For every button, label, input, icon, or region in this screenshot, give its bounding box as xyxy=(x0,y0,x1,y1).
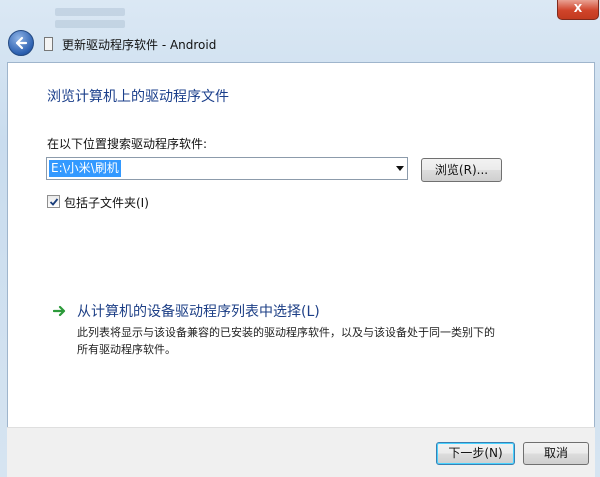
pick-from-list-description: 此列表将显示与该设备兼容的已安装的驱动程序软件，以及与该设备处于同一类别下的 xyxy=(77,326,495,339)
include-subfolders-label[interactable]: 包括子文件夹(I) xyxy=(64,194,149,211)
pick-from-list-description-line2: 所有驱动程序软件。 xyxy=(77,343,176,356)
browse-button[interactable]: 浏览(R)... xyxy=(421,158,502,182)
window-title: 更新驱动程序软件 - Android xyxy=(62,38,217,52)
path-combobox[interactable]: E:\小米\刷机 xyxy=(46,157,408,180)
checkmark-icon xyxy=(49,198,59,206)
include-subfolders-checkbox[interactable] xyxy=(47,195,60,208)
green-arrow-icon xyxy=(53,305,66,317)
title-bar: 更新驱动程序软件 - Android xyxy=(0,28,600,62)
cancel-button[interactable]: 取消 xyxy=(523,442,589,465)
wizard-window: X 更新驱动程序软件 - Android 浏览计算机上的驱动程序文件 在以下位置… xyxy=(0,0,600,477)
page-heading: 浏览计算机上的驱动程序文件 xyxy=(47,89,229,105)
pick-from-list-title[interactable]: 从计算机的设备驱动程序列表中选择(L) xyxy=(77,301,320,321)
search-location-label: 在以下位置搜索驱动程序软件: xyxy=(47,137,208,151)
document-icon xyxy=(44,37,53,51)
content-panel xyxy=(7,62,595,427)
next-button[interactable]: 下一步(N) xyxy=(436,442,515,465)
close-button[interactable]: X xyxy=(557,0,599,20)
pick-from-list-option[interactable]: 从计算机的设备驱动程序列表中选择(L) 此列表将显示与该设备兼容的已安装的驱动程… xyxy=(40,298,530,368)
path-value[interactable]: E:\小米\刷机 xyxy=(49,160,121,177)
dropdown-arrow-icon[interactable] xyxy=(396,166,404,171)
button-bar: 下一步(N) 取消 xyxy=(7,427,595,477)
back-arrow-icon xyxy=(15,36,28,50)
back-button[interactable] xyxy=(8,30,34,56)
